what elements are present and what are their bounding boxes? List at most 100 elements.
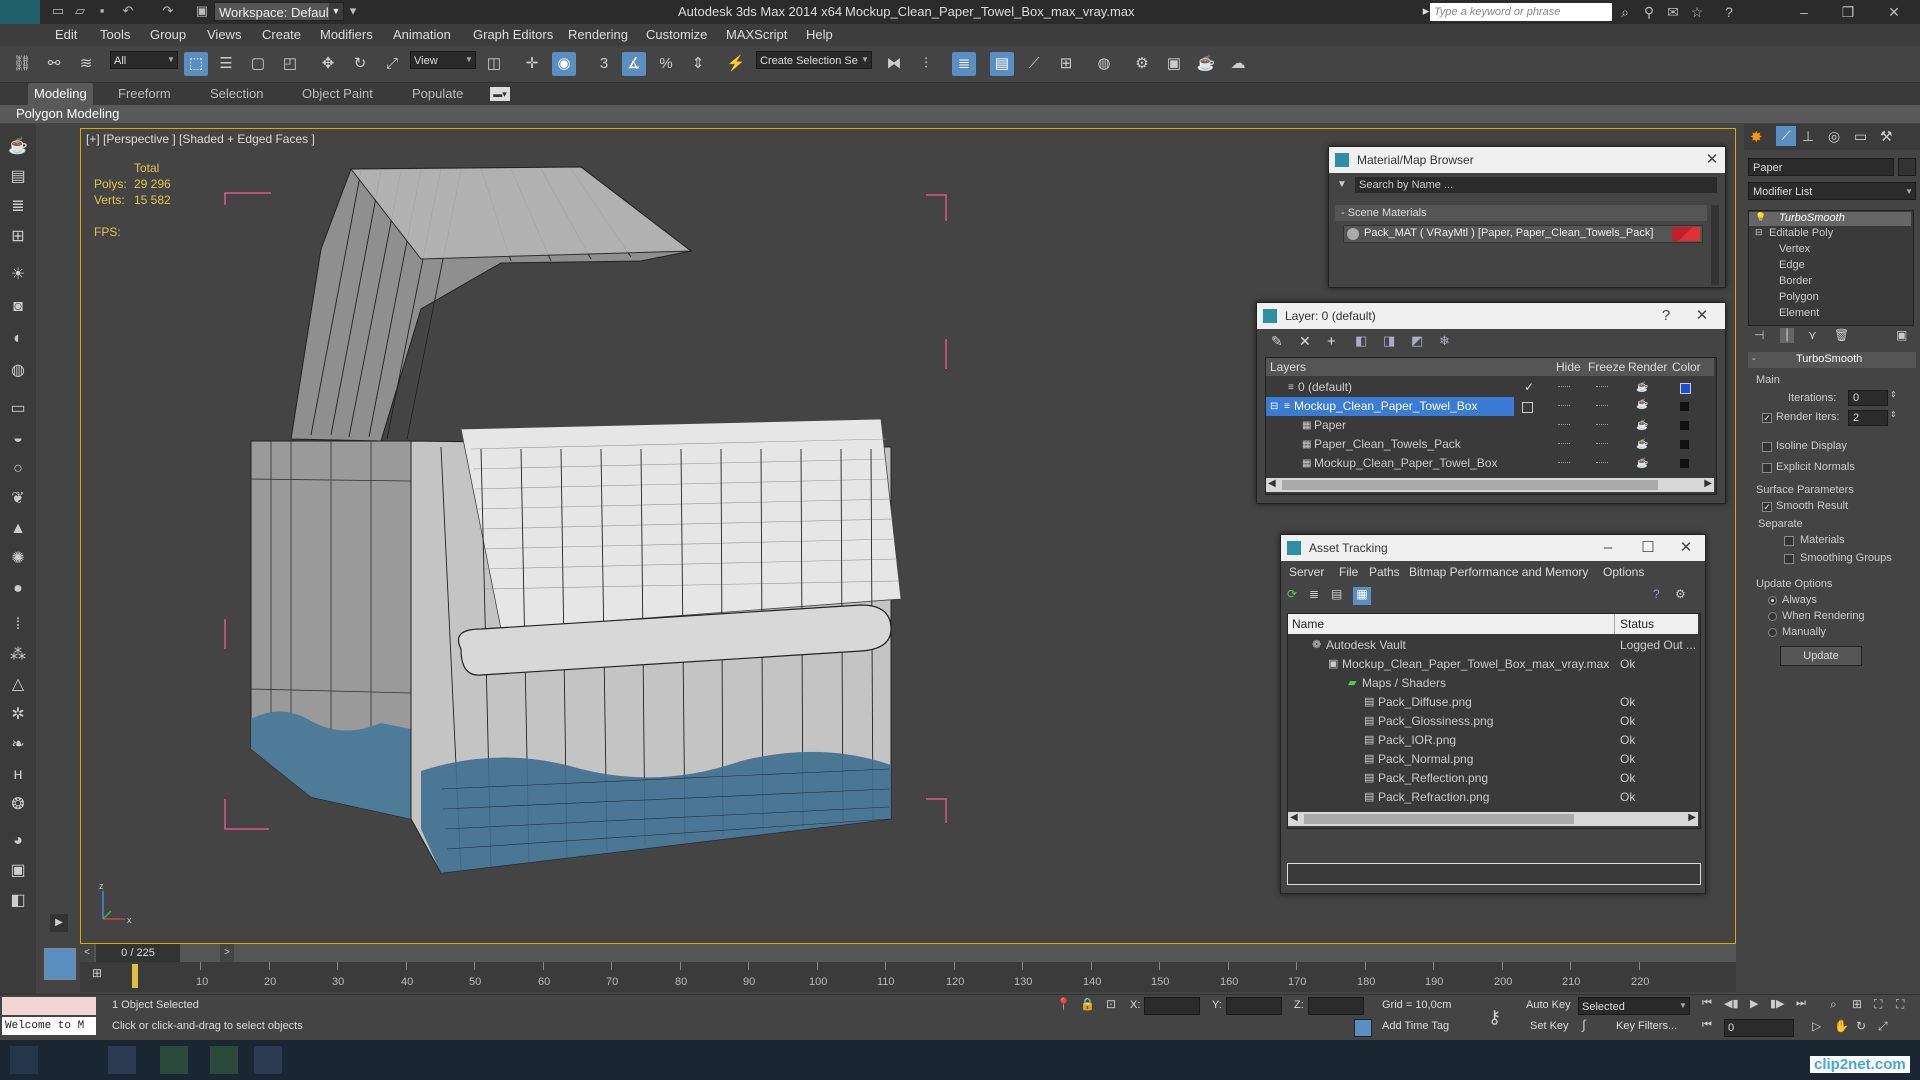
- mini-curve-editor-icon[interactable]: [44, 948, 76, 980]
- frame-buffer-icon[interactable]: ▣: [6, 860, 30, 882]
- bulb-icon[interactable]: 💡: [1755, 212, 1766, 223]
- material-item-pack-mat[interactable]: Pack_MAT ( VRayMtl ) [Paper, Paper_Clean…: [1343, 225, 1703, 243]
- asset-row[interactable]: ▤ Pack_Diffuse.png Ok: [1288, 693, 1700, 712]
- camera-icon[interactable]: ◙: [6, 296, 30, 318]
- pan-icon[interactable]: ✋: [1834, 1019, 1849, 1033]
- select-manipulate-icon[interactable]: ✛: [520, 52, 544, 76]
- gear-icon[interactable]: ✲: [6, 704, 30, 726]
- select-object-icon[interactable]: ⬚: [184, 52, 208, 76]
- unlink-icon[interactable]: ⚯: [42, 52, 66, 76]
- update-button[interactable]: Update: [1780, 646, 1862, 666]
- play-icon[interactable]: ▶: [1750, 997, 1758, 1010]
- object-name-field[interactable]: Paper: [1748, 158, 1894, 176]
- zoom-extents-all-icon[interactable]: ⛶: [1896, 997, 1904, 1012]
- scroll-right-icon[interactable]: ▶: [1688, 812, 1696, 823]
- menu-graph-editors[interactable]: Graph Editors: [473, 27, 553, 42]
- object-color-swatch[interactable]: [1680, 421, 1689, 430]
- asset-horizontal-scrollbar[interactable]: ◀ ▶: [1288, 812, 1698, 826]
- set-key-button[interactable]: Set Key: [1530, 1020, 1569, 1032]
- pivot-center-icon[interactable]: ◫: [482, 52, 506, 76]
- asset-path-field[interactable]: [1287, 863, 1701, 885]
- start-button-icon[interactable]: [10, 1046, 38, 1074]
- prev-frame-icon[interactable]: ◀▮: [1724, 997, 1739, 1010]
- snaps-toggle-icon[interactable]: 3: [592, 52, 616, 76]
- sphere-light-icon[interactable]: ○: [6, 458, 30, 480]
- freeze-all-layers-icon[interactable]: ❄: [1439, 333, 1457, 351]
- object-color-swatch[interactable]: [1680, 459, 1689, 468]
- align-icon[interactable]: ⫶: [914, 52, 938, 76]
- detail-view-icon[interactable]: ▤: [1331, 587, 1347, 603]
- help-icon[interactable]: ?: [1720, 3, 1738, 21]
- material-search-input[interactable]: Search by Name ...: [1355, 177, 1717, 193]
- workspace-dropdown[interactable]: Workspace: Default ▼: [214, 2, 344, 21]
- subobject-vertex[interactable]: Vertex: [1779, 243, 1810, 255]
- plant-icon[interactable]: ❧: [6, 734, 30, 756]
- taskbar-app-icon[interactable]: [210, 1046, 238, 1074]
- refresh-icon[interactable]: ⟳: [1287, 587, 1303, 603]
- spinner-snap-icon[interactable]: ⇕: [686, 52, 710, 76]
- expand-toolbar-icon[interactable]: ▶: [50, 914, 68, 932]
- hide-toggle[interactable]: [1558, 443, 1570, 448]
- render-iters-checkbox[interactable]: ✓: [1762, 413, 1772, 423]
- turbosmooth-rollout-header[interactable]: - TurboSmooth: [1748, 352, 1916, 368]
- render-teapot-icon[interactable]: ☕: [1636, 416, 1648, 435]
- goto-end-icon[interactable]: ⏭: [1796, 997, 1806, 1010]
- zoom-all-icon[interactable]: ⊞: [1852, 997, 1862, 1011]
- time-prev-icon[interactable]: <: [80, 944, 94, 962]
- iterations-spinner[interactable]: 0: [1848, 390, 1888, 406]
- key-filters-button[interactable]: Key Filters...: [1616, 1020, 1677, 1032]
- menu-bitmap-performance[interactable]: Bitmap Performance and Memory: [1409, 565, 1588, 579]
- auto-key-button[interactable]: Auto Key: [1526, 999, 1571, 1011]
- stack-item-turbosmooth[interactable]: 💡 TurboSmooth: [1749, 212, 1911, 226]
- update-when-rendering-radio[interactable]: [1768, 612, 1777, 621]
- favorites-star-icon[interactable]: ☆: [1688, 3, 1706, 21]
- menu-options[interactable]: Options: [1603, 565, 1644, 579]
- freeze-toggle[interactable]: [1596, 443, 1608, 448]
- orbit-icon[interactable]: ↻: [1856, 1019, 1866, 1033]
- maxscript-listener-top[interactable]: [2, 997, 96, 1015]
- sun-icon[interactable]: ✺: [6, 548, 30, 570]
- vray-sphere-icon[interactable]: ●: [6, 578, 30, 600]
- separate-materials-checkbox[interactable]: [1784, 536, 1794, 546]
- minimize-icon[interactable]: –: [1597, 535, 1619, 561]
- maximize-viewport-icon[interactable]: ⤢: [1878, 1019, 1888, 1034]
- update-manually-radio[interactable]: [1768, 628, 1777, 637]
- render-iters-spinner[interactable]: 2: [1848, 410, 1888, 426]
- proxy-icon[interactable]: △: [6, 674, 30, 696]
- render-column-header[interactable]: Render: [1628, 360, 1667, 374]
- make-unique-icon[interactable]: ⋎: [1808, 328, 1817, 342]
- browser-options-icon[interactable]: ▼: [1337, 179, 1351, 191]
- freeze-toggle[interactable]: [1596, 462, 1608, 467]
- light-list-icon[interactable]: ⊞: [6, 226, 30, 248]
- scroll-left-icon[interactable]: ◀: [1290, 812, 1298, 823]
- menu-edit[interactable]: Edit: [55, 27, 77, 42]
- menu-server[interactable]: Server: [1289, 565, 1324, 579]
- layers-icon[interactable]: ≣: [6, 196, 30, 218]
- ribbon-toggle-icon[interactable]: ▤: [990, 52, 1014, 76]
- show-end-result-icon[interactable]: ⏐: [1780, 328, 1794, 343]
- open-file-icon[interactable]: ▱: [72, 3, 88, 19]
- selection-lock-icon[interactable]: 🔒: [1080, 997, 1095, 1011]
- freeze-toggle[interactable]: [1596, 424, 1608, 429]
- window-crossing-icon[interactable]: ◰: [278, 52, 302, 76]
- mirror-icon[interactable]: ⧓: [882, 52, 906, 76]
- close-icon[interactable]: ✕: [1691, 303, 1713, 329]
- key-set-dropdown[interactable]: Selected ▼: [1578, 997, 1690, 1015]
- asset-row[interactable]: ▰ Maps / Shaders: [1288, 674, 1700, 693]
- asset-row[interactable]: ▣ Mockup_Clean_Paper_Towel_Box_max_vray.m…: [1288, 655, 1700, 674]
- taskbar-app-icon[interactable]: [160, 1046, 188, 1074]
- explicit-normals-checkbox[interactable]: [1762, 463, 1772, 473]
- project-folder-icon[interactable]: ▣: [194, 3, 210, 19]
- infocenter-search-input[interactable]: Type a keyword or phrase: [1430, 3, 1612, 21]
- menu-views[interactable]: Views: [207, 27, 241, 42]
- list-view-icon[interactable]: ≣: [1309, 587, 1325, 603]
- render-production-icon[interactable]: ☕: [1194, 52, 1218, 76]
- scene-explorer-icon[interactable]: ▤: [6, 166, 30, 188]
- goto-start-icon[interactable]: ⏮: [1702, 997, 1712, 1010]
- next-frame-icon[interactable]: ▮▶: [1770, 997, 1785, 1010]
- ribbon-tab-populate[interactable]: Populate: [412, 86, 463, 101]
- named-selection-set-dropdown[interactable]: Create Selection Se ▼: [756, 51, 872, 69]
- scroll-right-icon[interactable]: ▶: [1704, 478, 1712, 489]
- pin-stack-icon[interactable]: ⊣: [1754, 328, 1764, 342]
- render-setup-icon[interactable]: ⚙: [1130, 52, 1154, 76]
